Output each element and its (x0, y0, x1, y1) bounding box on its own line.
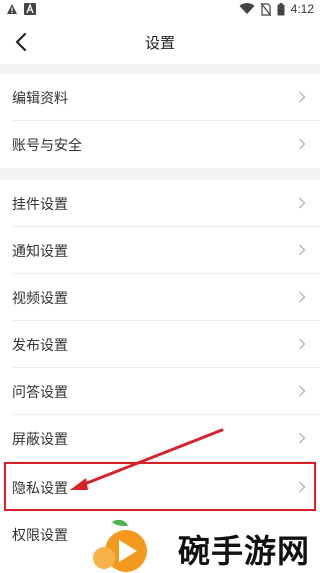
chevron-right-icon (299, 138, 306, 150)
settings-item-pendant[interactable]: 挂件设置 (0, 180, 320, 227)
settings-item-video[interactable]: 视频设置 (0, 274, 320, 321)
settings-item-publish[interactable]: 发布设置 (0, 321, 320, 368)
settings-item-label: 发布设置 (12, 338, 68, 354)
settings-item-label: 挂件设置 (12, 197, 68, 213)
section-gap (0, 168, 320, 180)
status-left (6, 3, 36, 15)
highlight-box (4, 462, 316, 511)
wifi-icon (239, 3, 255, 15)
watermark-text: 碗手游网 (178, 532, 311, 570)
settings-item-block[interactable]: 屏蔽设置 (0, 415, 320, 462)
chevron-right-icon (299, 432, 306, 444)
orange-logo-icon (93, 519, 147, 572)
page-title: 设置 (144, 34, 175, 52)
title-bar: 设置 (0, 20, 320, 64)
chevron-right-icon (299, 291, 306, 303)
chevron-right-icon (299, 91, 306, 103)
section-gap (0, 64, 320, 74)
settings-item-qa[interactable]: 问答设置 (0, 368, 320, 415)
settings-item-label: 权限设置 (12, 528, 68, 544)
settings-item-label: 问答设置 (12, 385, 68, 401)
chevron-right-icon (299, 385, 306, 397)
a-icon (24, 3, 36, 15)
settings-item-label: 编辑资料 (12, 91, 68, 107)
chevron-right-icon (299, 338, 306, 350)
settings-item-account-security[interactable]: 账号与安全 (0, 121, 320, 168)
status-time: 4:12 (290, 2, 314, 16)
chevron-right-icon (299, 197, 306, 209)
settings-item-label: 屏蔽设置 (12, 432, 68, 448)
status-right: 4:12 (239, 2, 314, 16)
settings-item-edit-profile[interactable]: 编辑资料 (0, 74, 320, 121)
battery-icon (277, 2, 285, 15)
watermark: 碗手游网 (92, 518, 320, 573)
settings-item-label: 通知设置 (12, 244, 68, 260)
settings-item-notification[interactable]: 通知设置 (0, 227, 320, 274)
settings-item-label: 账号与安全 (12, 138, 82, 154)
settings-item-label: 视频设置 (12, 291, 68, 307)
chevron-right-icon (299, 244, 306, 256)
no-sim-icon (260, 2, 271, 16)
warning-icon (7, 4, 17, 14)
status-bar: 4:12 (0, 0, 320, 20)
